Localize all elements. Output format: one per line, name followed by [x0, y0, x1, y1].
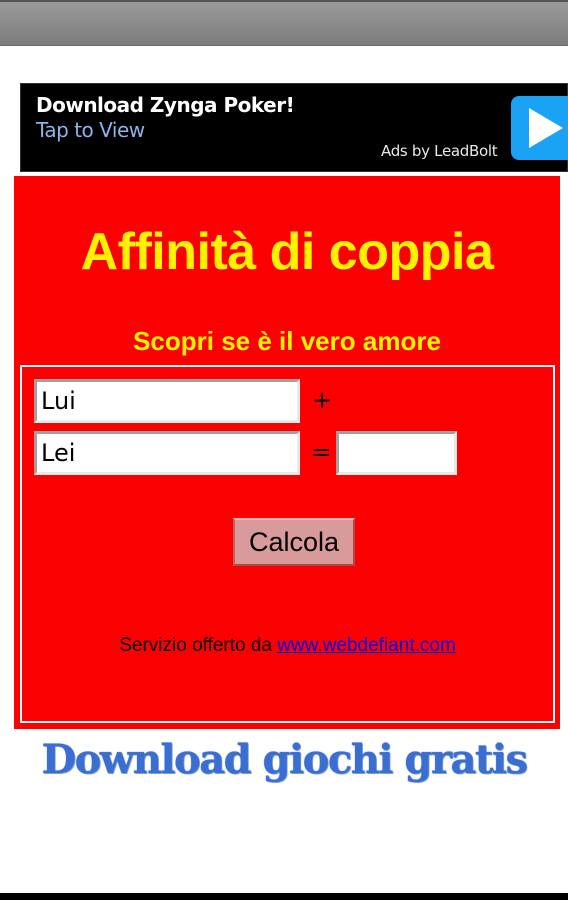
- service-credit: Servizio offerto da www.webdefiant.com: [22, 635, 553, 657]
- plus-sign: +: [312, 386, 333, 414]
- ad-tap-to-view[interactable]: Tap to View: [36, 118, 145, 142]
- page-subtitle: Scopri se è il vero amore: [133, 326, 441, 356]
- ad-banner[interactable]: Download Zynga Poker! Tap to View Ads by…: [20, 83, 568, 172]
- download-games-banner[interactable]: Download giochi gratis: [0, 736, 568, 783]
- play-icon: [529, 108, 563, 148]
- her-name-input[interactable]: [34, 431, 300, 475]
- page-title: Affinità di coppia: [80, 223, 494, 281]
- his-name-input[interactable]: [34, 379, 300, 423]
- top-status-bar: [0, 0, 568, 46]
- calculate-button[interactable]: Calcola: [233, 518, 355, 566]
- equals-sign: =: [311, 438, 332, 466]
- ad-title: Download Zynga Poker!: [36, 93, 295, 117]
- service-text: Servizio offerto da: [119, 635, 278, 656]
- calculator-form: + = Calcola Servizio offerto da www.webd…: [20, 365, 555, 723]
- result-field[interactable]: [336, 431, 457, 475]
- ad-provider: Ads by LeadBolt: [381, 142, 498, 160]
- webdefiant-link[interactable]: www.webdefiant.com: [277, 635, 455, 656]
- bottom-bar: [0, 893, 568, 900]
- affinity-panel: Affinità di coppia Scopri se è il vero a…: [14, 176, 560, 729]
- ad-play-button[interactable]: [511, 96, 568, 160]
